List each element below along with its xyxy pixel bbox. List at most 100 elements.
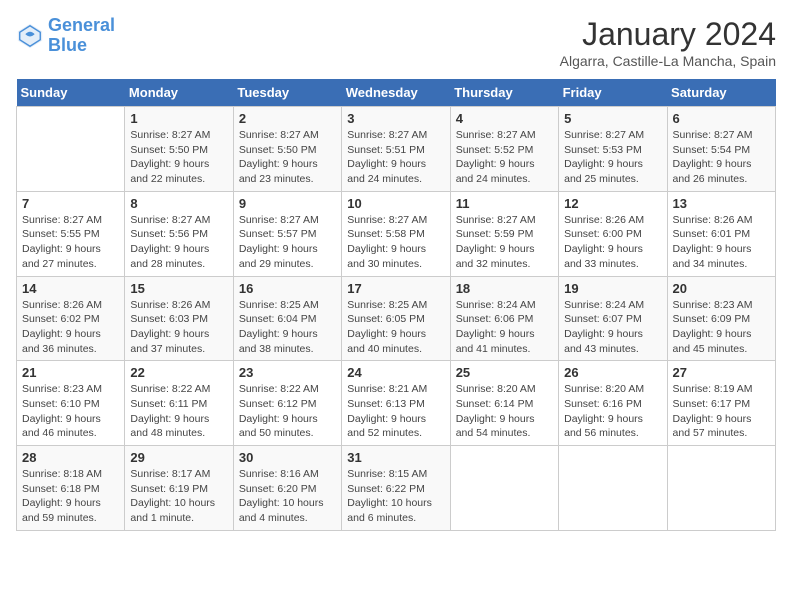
day-number: 20 — [673, 281, 770, 296]
calendar-cell: 27 Sunrise: 8:19 AMSunset: 6:17 PMDayligh… — [667, 361, 775, 446]
calendar-cell: 6 Sunrise: 8:27 AMSunset: 5:54 PMDaylight… — [667, 107, 775, 192]
logo-icon — [16, 22, 44, 50]
day-detail: Sunrise: 8:16 AMSunset: 6:20 PMDaylight:… — [239, 467, 336, 526]
day-detail: Sunrise: 8:27 AMSunset: 5:59 PMDaylight:… — [456, 213, 553, 272]
calendar-cell: 25 Sunrise: 8:20 AMSunset: 6:14 PMDayligh… — [450, 361, 558, 446]
title-block: January 2024 Algarra, Castille-La Mancha… — [560, 16, 776, 69]
day-detail: Sunrise: 8:27 AMSunset: 5:54 PMDaylight:… — [673, 128, 770, 187]
calendar-cell: 26Sunrise: 8:20 AMSunset: 6:16 PMDayligh… — [559, 361, 667, 446]
month-title: January 2024 — [560, 16, 776, 53]
day-detail: Sunrise: 8:24 AMSunset: 6:07 PMDaylight:… — [564, 298, 661, 357]
day-detail: Sunrise: 8:26 AMSunset: 6:00 PMDaylight:… — [564, 213, 661, 272]
calendar-cell: 23 Sunrise: 8:22 AMSunset: 6:12 PMDayligh… — [233, 361, 341, 446]
calendar-cell: 7Sunrise: 8:27 AMSunset: 5:55 PMDaylight… — [17, 191, 125, 276]
day-detail: Sunrise: 8:27 AMSunset: 5:53 PMDaylight:… — [564, 128, 661, 187]
calendar-cell: 8Sunrise: 8:27 AMSunset: 5:56 PMDaylight… — [125, 191, 233, 276]
day-detail: Sunrise: 8:27 AMSunset: 5:51 PMDaylight:… — [347, 128, 444, 187]
day-number: 3 — [347, 111, 444, 126]
day-detail: Sunrise: 8:27 AMSunset: 5:58 PMDaylight:… — [347, 213, 444, 272]
calendar-cell: 4 Sunrise: 8:27 AMSunset: 5:52 PMDaylight… — [450, 107, 558, 192]
logo: General Blue — [16, 16, 115, 56]
calendar-cell: 14 Sunrise: 8:26 AMSunset: 6:02 PMDayligh… — [17, 276, 125, 361]
day-number: 17 — [347, 281, 444, 296]
day-detail: Sunrise: 8:15 AMSunset: 6:22 PMDaylight:… — [347, 467, 444, 526]
day-number: 10 — [347, 196, 444, 211]
day-number: 23 — [239, 365, 336, 380]
calendar-week-row: 7Sunrise: 8:27 AMSunset: 5:55 PMDaylight… — [17, 191, 776, 276]
day-detail: Sunrise: 8:27 AMSunset: 5:57 PMDaylight:… — [239, 213, 336, 272]
day-detail: Sunrise: 8:21 AMSunset: 6:13 PMDaylight:… — [347, 382, 444, 441]
day-detail: Sunrise: 8:26 AMSunset: 6:02 PMDaylight:… — [22, 298, 119, 357]
day-detail: Sunrise: 8:23 AMSunset: 6:10 PMDaylight:… — [22, 382, 119, 441]
day-number: 9 — [239, 196, 336, 211]
day-detail: Sunrise: 8:17 AMSunset: 6:19 PMDaylight:… — [130, 467, 227, 526]
day-detail: Sunrise: 8:27 AMSunset: 5:50 PMDaylight:… — [239, 128, 336, 187]
calendar-cell: 29 Sunrise: 8:17 AMSunset: 6:19 PMDayligh… — [125, 446, 233, 531]
day-detail: Sunrise: 8:20 AMSunset: 6:14 PMDaylight:… — [456, 382, 553, 441]
calendar-cell: 1Sunrise: 8:27 AMSunset: 5:50 PMDaylight… — [125, 107, 233, 192]
day-number: 5 — [564, 111, 661, 126]
calendar-cell — [450, 446, 558, 531]
day-detail: Sunrise: 8:25 AMSunset: 6:05 PMDaylight:… — [347, 298, 444, 357]
day-detail: Sunrise: 8:25 AMSunset: 6:04 PMDaylight:… — [239, 298, 336, 357]
day-detail: Sunrise: 8:27 AMSunset: 5:52 PMDaylight:… — [456, 128, 553, 187]
day-number: 4 — [456, 111, 553, 126]
day-detail: Sunrise: 8:22 AMSunset: 6:12 PMDaylight:… — [239, 382, 336, 441]
calendar-cell: 16 Sunrise: 8:25 AMSunset: 6:04 PMDayligh… — [233, 276, 341, 361]
weekday-header-row: SundayMondayTuesdayWednesdayThursdayFrid… — [17, 79, 776, 107]
calendar-cell — [559, 446, 667, 531]
day-number: 16 — [239, 281, 336, 296]
calendar-cell: 19 Sunrise: 8:24 AMSunset: 6:07 PMDayligh… — [559, 276, 667, 361]
day-detail: Sunrise: 8:19 AMSunset: 6:17 PMDaylight:… — [673, 382, 770, 441]
calendar-week-row: 14 Sunrise: 8:26 AMSunset: 6:02 PMDayligh… — [17, 276, 776, 361]
day-number: 13 — [673, 196, 770, 211]
day-detail: Sunrise: 8:22 AMSunset: 6:11 PMDaylight:… — [130, 382, 227, 441]
calendar-cell: 2Sunrise: 8:27 AMSunset: 5:50 PMDaylight… — [233, 107, 341, 192]
page-header: General Blue January 2024 Algarra, Casti… — [16, 16, 776, 69]
calendar-body: 1 Sunrise: 8:27 AMSunset: 5:50 PMDaylight… — [17, 107, 776, 531]
calendar-cell: 11 Sunrise: 8:27 AMSunset: 5:59 PMDayligh… — [450, 191, 558, 276]
day-number: 29 — [130, 450, 227, 465]
calendar-table: SundayMondayTuesdayWednesdayThursdayFrid… — [16, 79, 776, 531]
day-detail: Sunrise: 8:26 AMSunset: 6:03 PMDaylight:… — [130, 298, 227, 357]
day-number: 24 — [347, 365, 444, 380]
calendar-week-row: 1 Sunrise: 8:27 AMSunset: 5:50 PMDaylight… — [17, 107, 776, 192]
day-number: 14 — [22, 281, 119, 296]
calendar-cell: 5 Sunrise: 8:27 AMSunset: 5:53 PMDaylight… — [559, 107, 667, 192]
day-number: 25 — [456, 365, 553, 380]
day-number: 18 — [456, 281, 553, 296]
day-number: 30 — [239, 450, 336, 465]
weekday-header-cell: Saturday — [667, 79, 775, 107]
calendar-cell: 21 Sunrise: 8:23 AMSunset: 6:10 PMDayligh… — [17, 361, 125, 446]
calendar-cell: 30 Sunrise: 8:16 AMSunset: 6:20 PMDayligh… — [233, 446, 341, 531]
day-detail: Sunrise: 8:20 AMSunset: 6:16 PMDaylight:… — [564, 382, 661, 441]
calendar-cell: 9 Sunrise: 8:27 AMSunset: 5:57 PMDaylight… — [233, 191, 341, 276]
day-number: 22 — [130, 365, 227, 380]
calendar-cell: 12 Sunrise: 8:26 AMSunset: 6:00 PMDayligh… — [559, 191, 667, 276]
calendar-cell: 10 Sunrise: 8:27 AMSunset: 5:58 PMDayligh… — [342, 191, 450, 276]
day-detail: Sunrise: 8:27 AMSunset: 5:55 PMDaylight:… — [22, 213, 119, 272]
day-number: 6 — [673, 111, 770, 126]
calendar-cell: 18Sunrise: 8:24 AMSunset: 6:06 PMDayligh… — [450, 276, 558, 361]
weekday-header-cell: Thursday — [450, 79, 558, 107]
day-detail: Sunrise: 8:27 AMSunset: 5:56 PMDaylight:… — [130, 213, 227, 272]
weekday-header-cell: Monday — [125, 79, 233, 107]
day-number: 31 — [347, 450, 444, 465]
day-number: 28 — [22, 450, 119, 465]
day-number: 12 — [564, 196, 661, 211]
day-number: 1 — [130, 111, 227, 126]
calendar-cell: 28Sunrise: 8:18 AMSunset: 6:18 PMDayligh… — [17, 446, 125, 531]
calendar-cell: 15 Sunrise: 8:26 AMSunset: 6:03 PMDayligh… — [125, 276, 233, 361]
calendar-cell: 24 Sunrise: 8:21 AMSunset: 6:13 PMDayligh… — [342, 361, 450, 446]
weekday-header-cell: Tuesday — [233, 79, 341, 107]
weekday-header-cell: Sunday — [17, 79, 125, 107]
calendar-cell: 17 Sunrise: 8:25 AMSunset: 6:05 PMDayligh… — [342, 276, 450, 361]
day-number: 11 — [456, 196, 553, 211]
day-number: 27 — [673, 365, 770, 380]
calendar-cell — [17, 107, 125, 192]
day-number: 19 — [564, 281, 661, 296]
day-number: 15 — [130, 281, 227, 296]
day-number: 21 — [22, 365, 119, 380]
calendar-cell — [667, 446, 775, 531]
weekday-header-cell: Friday — [559, 79, 667, 107]
